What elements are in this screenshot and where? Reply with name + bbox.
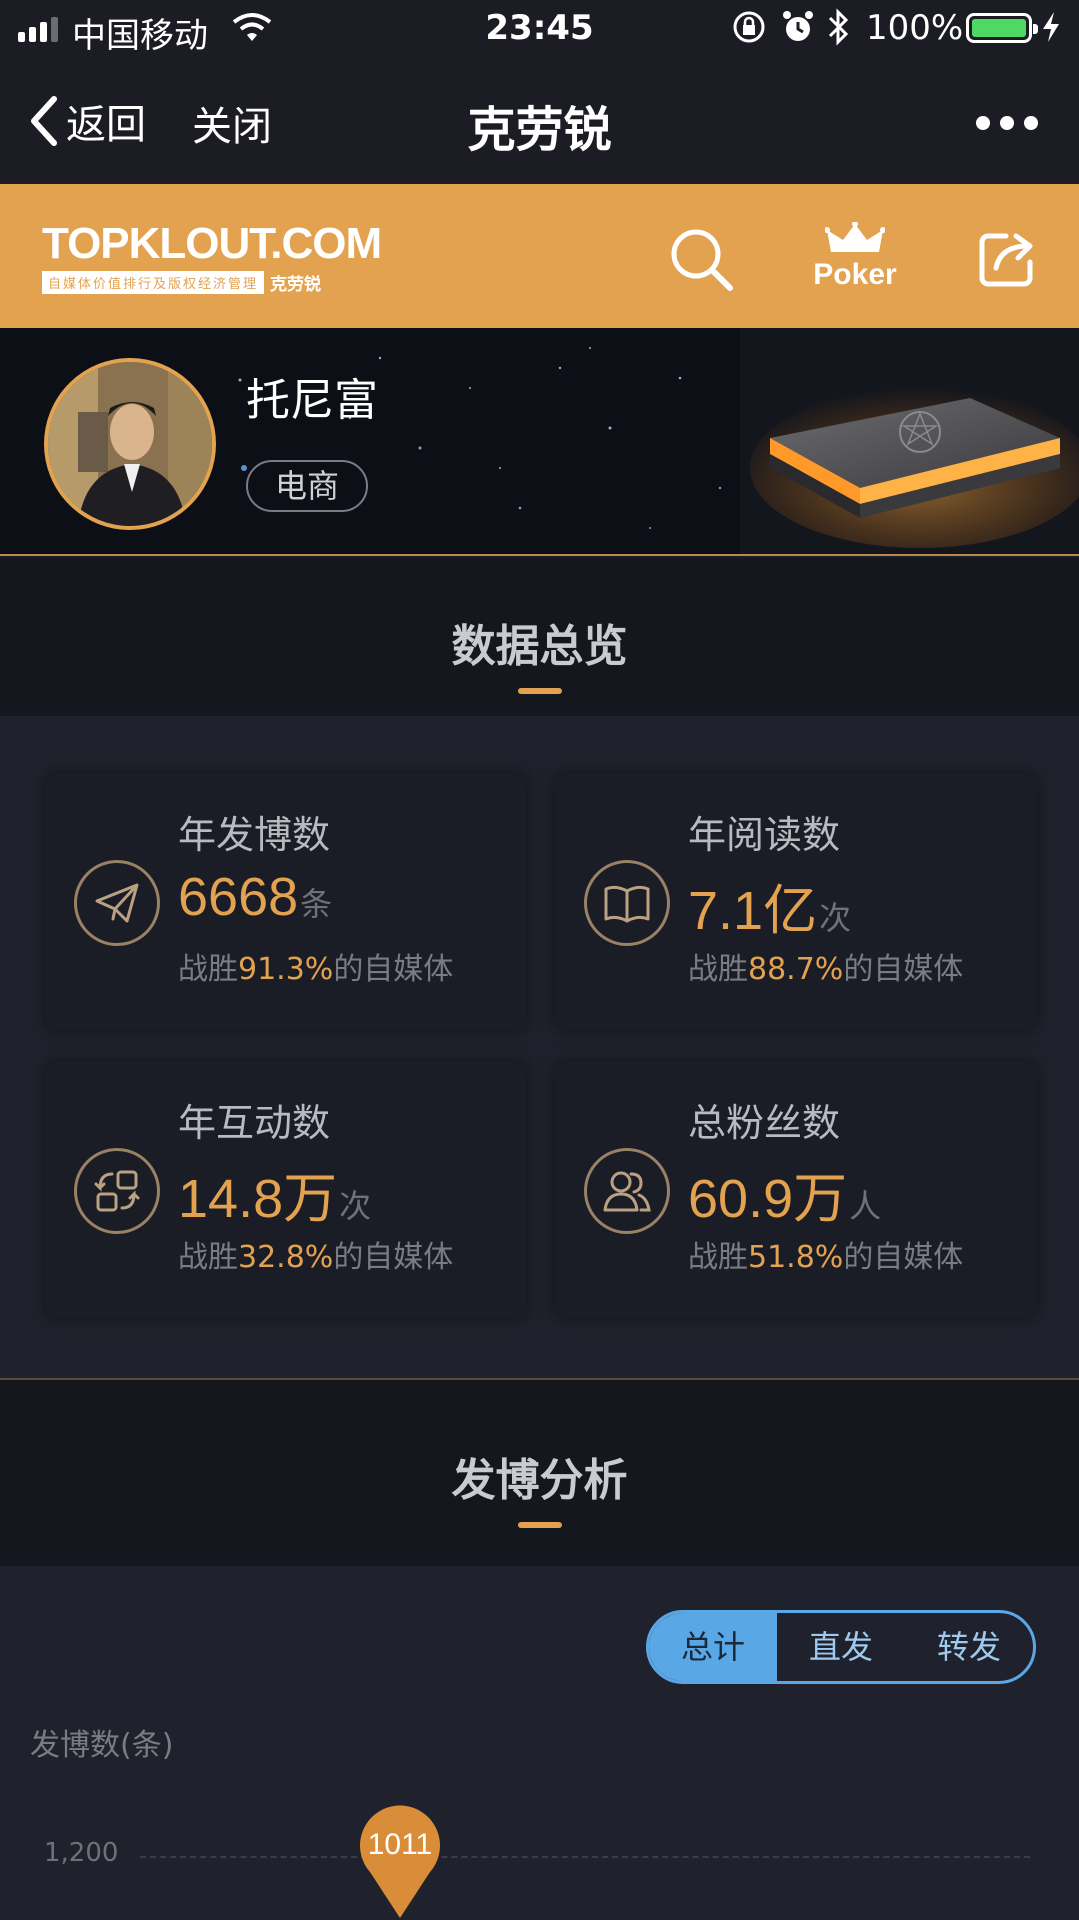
book-icon (584, 860, 670, 946)
profile-banner: 托尼富 电商 (0, 328, 1079, 556)
stat-value: 14.8万次 (178, 1169, 372, 1229)
crown-icon (824, 221, 886, 252)
brand-header: TOPKLOUT.COM 自媒体价值排行及版权经济管理 克劳锐 Poker (0, 184, 1079, 328)
interaction-icon (74, 1148, 160, 1234)
navigation-bar: 返回 关闭 克劳锐 (0, 56, 1079, 184)
stat-label: 年互动数 (178, 1101, 331, 1145)
status-bar: 中国移动 23:45 100% (0, 0, 1079, 56)
poker-button[interactable]: Poker (800, 221, 910, 292)
value-marker-label: 1011 (367, 1828, 433, 1861)
stat-rank: 战胜88.7%的自媒体 (688, 952, 964, 987)
stat-rank: 战胜51.8%的自媒体 (688, 1240, 964, 1275)
stat-label: 年发博数 (178, 813, 331, 857)
fans-icon (584, 1148, 670, 1234)
dot-icon (976, 116, 990, 130)
overview-heading: 数据总览 (0, 558, 1079, 716)
analysis-heading: 发博分析 (0, 1380, 1079, 1566)
battery-percent: 100% (866, 8, 964, 48)
page-title: 克劳锐 (467, 102, 612, 158)
stat-card-reads[interactable]: 年阅读数 7.1亿次 战胜88.7%的自媒体 (556, 774, 1036, 1030)
stat-value: 7.1亿次 (688, 881, 852, 941)
send-icon (74, 860, 160, 946)
avatar (44, 358, 216, 530)
stat-rank: 战胜32.8%的自媒体 (178, 1240, 454, 1275)
stat-value: 6668 条 (178, 867, 333, 927)
segment-original[interactable]: 直发 (777, 1613, 905, 1681)
grid-line (140, 1856, 1030, 1858)
charging-icon (1040, 10, 1062, 48)
topklout-logo: TOPKLOUT.COM 自媒体价值排行及版权经济管理 克劳锐 (42, 219, 382, 295)
glowing-book-image (740, 328, 1079, 554)
stat-label: 总粉丝数 (688, 1101, 841, 1145)
poker-label: Poker (813, 258, 897, 291)
y-axis-label: 发博数(条) (30, 1728, 174, 1763)
title-underline (517, 688, 562, 694)
stat-rank: 战胜91.3%的自媒体 (178, 952, 454, 987)
search-icon[interactable] (666, 224, 736, 298)
category-tag[interactable]: 电商 (246, 460, 368, 512)
analysis-title: 发博分析 (451, 1455, 628, 1506)
stat-card-interactions[interactable]: 年互动数 14.8万次 战胜32.8%的自媒体 (46, 1062, 526, 1318)
stat-value: 60.9万人 (688, 1169, 882, 1229)
post-analysis-chart: 总计 直发 转发 发博数(条) 1,200 1011 (0, 1566, 1079, 1920)
profile-name: 托尼富 (246, 375, 378, 426)
segment-total[interactable]: 总计 (649, 1613, 777, 1681)
overview-title: 数据总览 (451, 621, 628, 672)
dot-icon (1000, 116, 1014, 130)
stat-label: 年阅读数 (688, 813, 841, 857)
title-underline (517, 1522, 562, 1528)
more-options-button[interactable] (976, 116, 1038, 130)
segment-control: 总计 直发 转发 (646, 1610, 1036, 1684)
dot-icon (1024, 116, 1038, 130)
stat-card-fans[interactable]: 总粉丝数 60.9万人 战胜51.8%的自媒体 (556, 1062, 1036, 1318)
battery-icon (966, 13, 1038, 43)
stat-card-posts[interactable]: 年发博数 6668 条 战胜91.3%的自媒体 (46, 774, 526, 1030)
rotation-lock-icon (732, 10, 766, 48)
segment-repost[interactable]: 转发 (905, 1613, 1033, 1681)
stats-grid: 年发博数 6668 条 战胜91.3%的自媒体 年阅读数 7.1亿次 战胜88.7… (0, 716, 1079, 1378)
bluetooth-icon (826, 8, 850, 50)
y-tick-label: 1,200 (44, 1838, 119, 1868)
alarm-icon (782, 10, 814, 48)
share-icon[interactable] (976, 228, 1038, 294)
